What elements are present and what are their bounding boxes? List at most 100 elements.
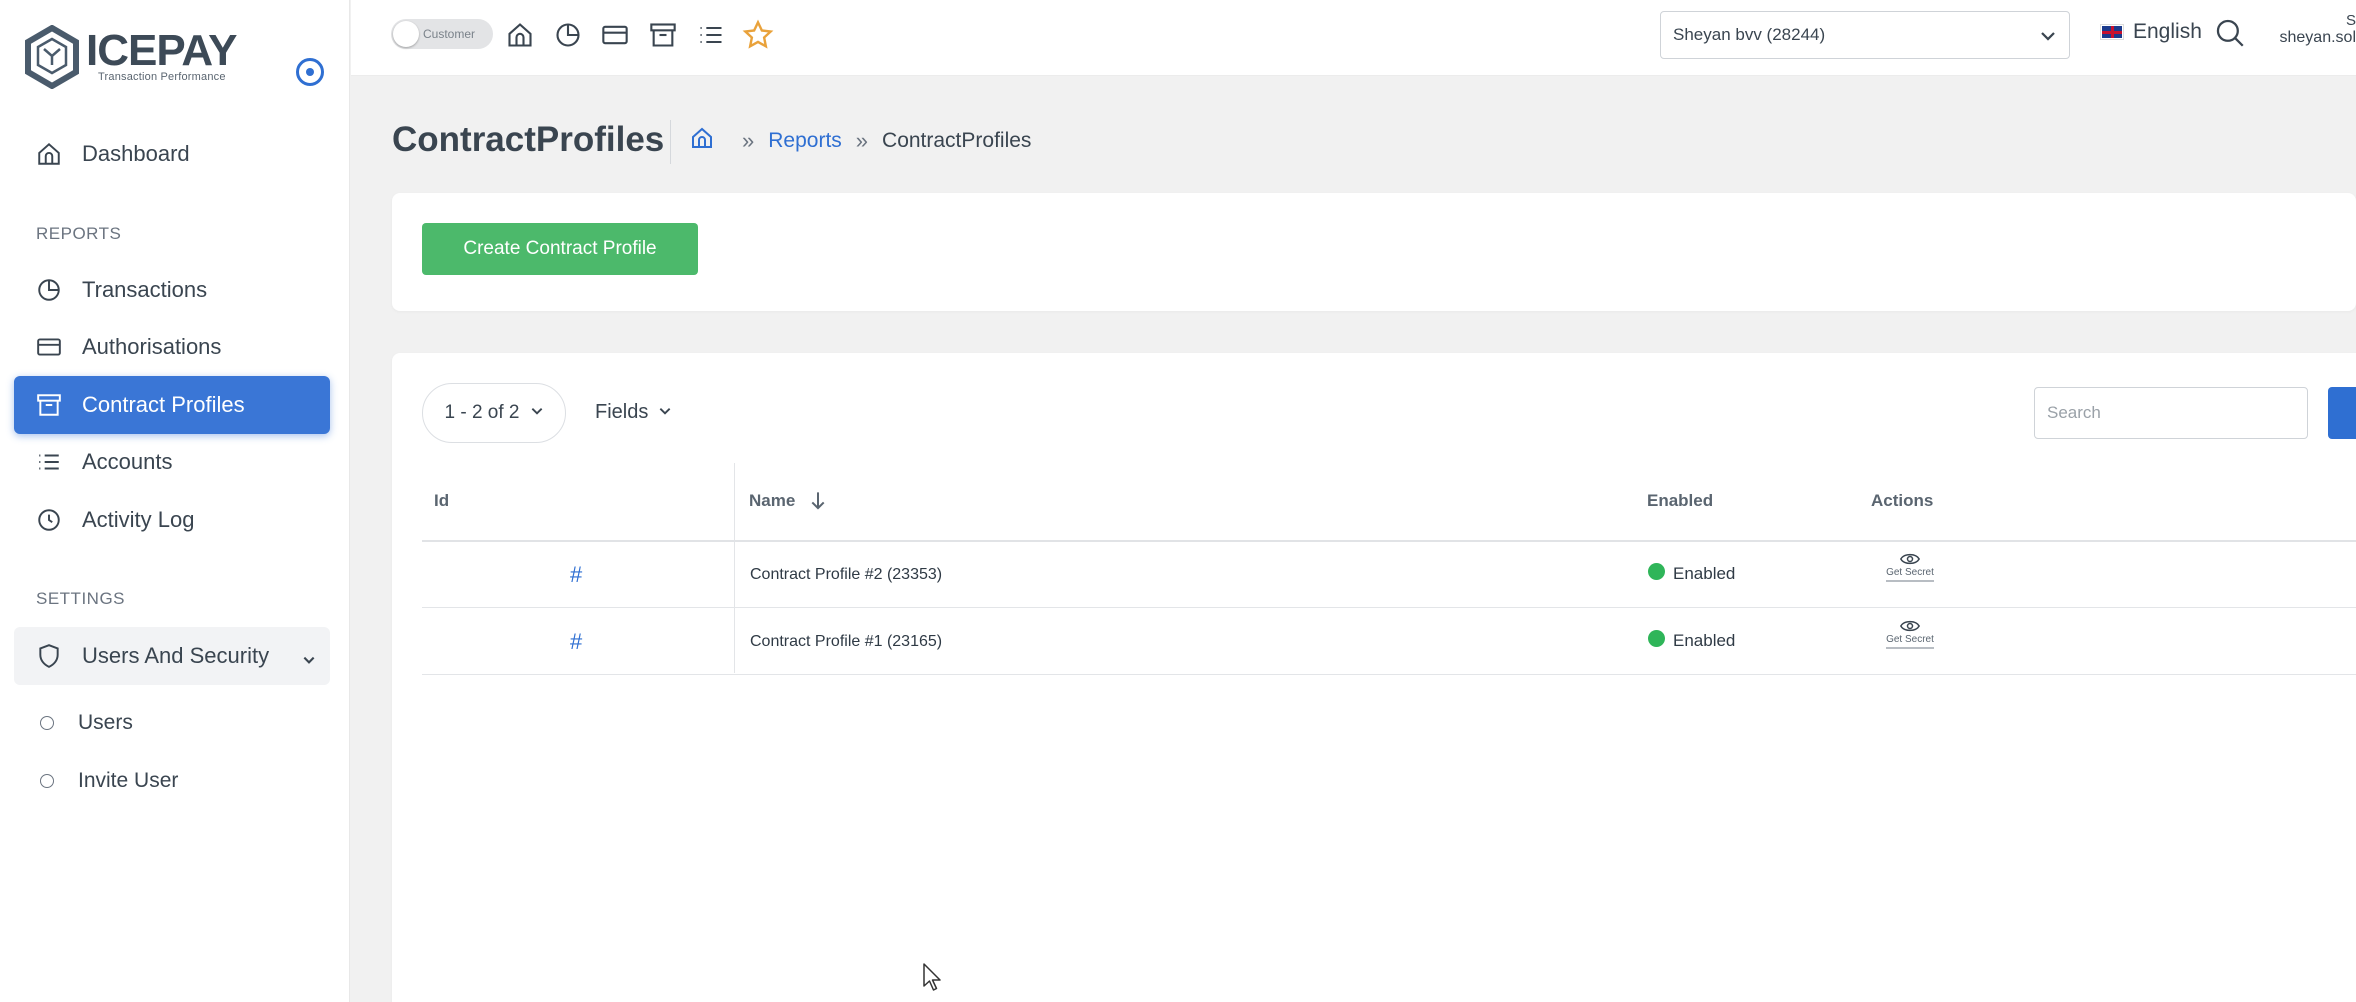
customer-toggle[interactable]: Customer [391, 19, 493, 49]
shield-icon [34, 641, 64, 671]
merchant-select-value: Sheyan bvv (28244) [1673, 25, 1826, 44]
clock-icon [34, 505, 64, 535]
mouse-cursor-icon [923, 963, 941, 991]
sort-arrow-down-icon [809, 491, 827, 511]
customer-toggle-label: Customer [423, 27, 476, 41]
contract-profiles-card: 1 - 2 of 2 Fields Id Name Enabled Action… [392, 353, 2356, 1002]
sidebar-item-label: Users And Security [82, 643, 270, 668]
eye-icon [1900, 553, 1920, 565]
user-menu[interactable]: S sheyan.sol [2271, 12, 2356, 47]
pie-chart-icon[interactable] [551, 18, 585, 52]
sidebar-item-transactions[interactable]: Transactions [14, 261, 330, 319]
column-header-enabled[interactable]: Enabled [1647, 491, 1713, 511]
table-row: # Contract Profile #1 (23165) Enabled Ge… [422, 609, 2356, 675]
icepay-logo-icon [25, 25, 79, 89]
search-icon[interactable] [2213, 16, 2247, 55]
archive-icon [34, 390, 64, 420]
chevron-down-icon [302, 647, 316, 673]
get-secret-label: Get Secret [1886, 567, 1934, 582]
title-divider [670, 120, 671, 164]
sidebar-subitem-invite-user[interactable]: Invite User [14, 755, 330, 807]
eye-icon [1900, 620, 1920, 632]
breadcrumb-current: ContractProfiles [882, 129, 1032, 152]
sidebar-toggle-icon[interactable] [296, 58, 324, 86]
chevron-down-icon [658, 401, 672, 424]
row-enabled-status: Enabled [1648, 629, 1736, 651]
sidebar: ICEPAY Transaction Performance Dashboard… [0, 0, 350, 1002]
brand-tagline: Transaction Performance [98, 71, 226, 83]
breadcrumb-reports-link[interactable]: Reports [768, 129, 842, 153]
search-input[interactable] [2034, 387, 2308, 439]
breadcrumb: » Reports » ContractProfiles [690, 126, 1031, 156]
topbar: Customer Sheyan bvv (28244) English S sh… [351, 0, 2356, 76]
credit-card-icon [34, 332, 64, 362]
user-initial: S [2345, 12, 2356, 29]
chevron-down-icon [2039, 27, 2057, 50]
sidebar-item-authorisations[interactable]: Authorisations [14, 318, 330, 376]
column-header-id[interactable]: Id [434, 491, 449, 511]
star-icon[interactable] [741, 18, 775, 52]
sidebar-item-label: Transactions [82, 277, 208, 302]
list-icon [34, 447, 64, 477]
row-enabled-label: Enabled [1673, 564, 1736, 583]
sidebar-subitem-label: Invite User [78, 769, 179, 792]
sidebar-subitem-users[interactable]: Users [14, 697, 330, 749]
row-id-link[interactable]: # [570, 629, 582, 655]
column-header-name[interactable]: Name [749, 491, 827, 511]
fields-dropdown[interactable]: Fields [595, 401, 672, 424]
home-icon[interactable] [503, 18, 537, 52]
create-contract-profile-button[interactable]: Create Contract Profile [422, 223, 698, 275]
toggle-knob [393, 21, 419, 47]
sidebar-item-label: Authorisations [82, 334, 222, 359]
table-row: # Contract Profile #2 (23353) Enabled Ge… [422, 542, 2356, 608]
fields-label: Fields [595, 401, 649, 423]
uk-flag-icon [2101, 25, 2123, 39]
sidebar-item-dashboard[interactable]: Dashboard [14, 125, 330, 183]
sidebar-subitem-label: Users [78, 711, 133, 734]
sidebar-item-contract-profiles[interactable]: Contract Profiles [14, 376, 330, 434]
breadcrumb-home-icon[interactable] [690, 126, 714, 156]
status-dot-icon [1648, 562, 1665, 580]
circle-bullet-icon [40, 716, 54, 730]
sidebar-item-accounts[interactable]: Accounts [14, 433, 330, 491]
row-enabled-label: Enabled [1673, 631, 1736, 650]
sidebar-item-label: Activity Log [82, 507, 195, 532]
row-id-link[interactable]: # [570, 562, 582, 588]
search-submit-button[interactable] [2328, 387, 2356, 439]
language-label: English [2133, 20, 2202, 43]
get-secret-button[interactable]: Get Secret [1878, 552, 1942, 582]
sidebar-item-users-and-security[interactable]: Users And Security [14, 627, 330, 685]
breadcrumb-separator: » [855, 128, 869, 153]
row-name: Contract Profile #1 (23165) [750, 633, 943, 650]
sidebar-item-label: Accounts [82, 449, 173, 474]
brand-name: ICEPAY [86, 26, 238, 75]
reports-section-label: REPORTS [36, 224, 122, 243]
chevron-down-icon [530, 402, 544, 424]
icepay-logo[interactable]: ICEPAY Transaction Performance [24, 22, 264, 92]
sidebar-item-label: Contract Profiles [82, 392, 245, 417]
home-icon [34, 139, 64, 169]
breadcrumb-separator: » [742, 128, 755, 153]
pagination-range-label: 1 - 2 of 2 [444, 402, 520, 423]
row-name: Contract Profile #2 (23353) [750, 566, 943, 583]
settings-section-label: SETTINGS [36, 589, 126, 608]
merchant-select[interactable]: Sheyan bvv (28244) [1660, 11, 2070, 59]
page-title: ContractProfiles [392, 120, 665, 159]
actions-card: Create Contract Profile [392, 193, 2356, 311]
language-selector[interactable]: English [2101, 20, 2202, 44]
get-secret-button[interactable]: Get Secret [1878, 619, 1942, 649]
column-header-actions: Actions [1871, 491, 1934, 510]
user-email: sheyan.sol [2279, 29, 2356, 46]
list-icon[interactable] [694, 18, 728, 52]
column-header-label: Name [749, 491, 796, 510]
get-secret-label: Get Secret [1886, 634, 1934, 649]
archive-icon[interactable] [646, 18, 680, 52]
pagination-range-dropdown[interactable]: 1 - 2 of 2 [422, 383, 566, 443]
sidebar-item-activity-log[interactable]: Activity Log [14, 491, 330, 549]
pie-chart-icon [34, 275, 64, 305]
row-enabled-status: Enabled [1648, 562, 1736, 584]
status-dot-icon [1648, 629, 1665, 647]
credit-card-icon[interactable] [598, 18, 632, 52]
circle-bullet-icon [40, 774, 54, 788]
sidebar-item-label: Dashboard [82, 141, 190, 166]
